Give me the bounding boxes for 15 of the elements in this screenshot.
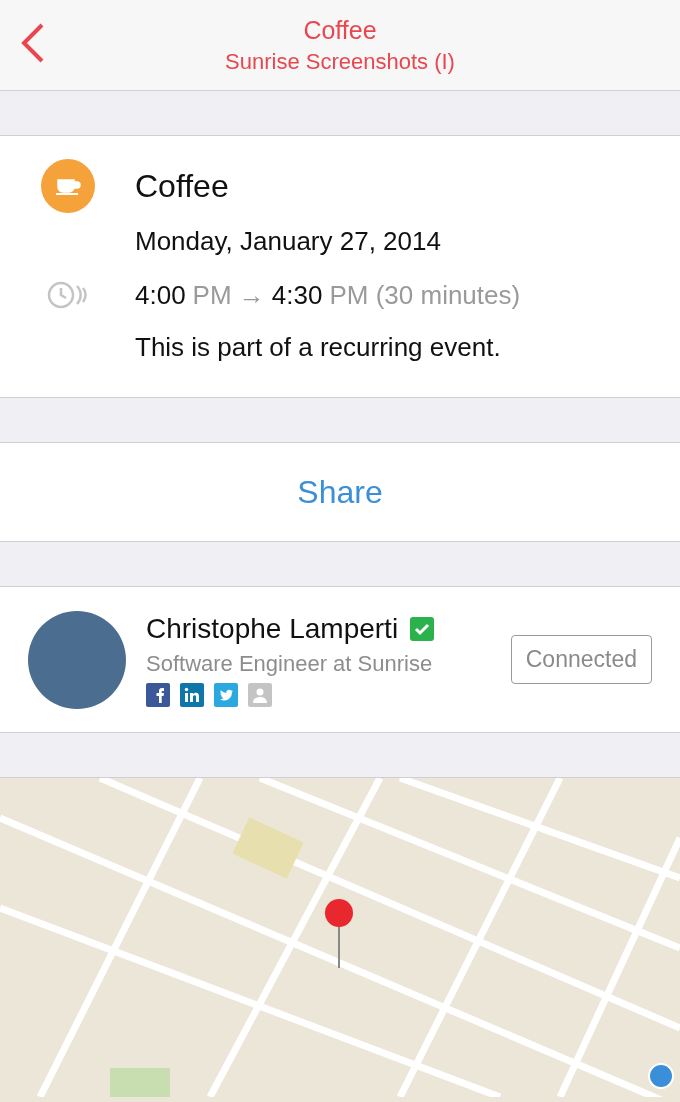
event-time: 4:00 PM → 4:30 PM (30 minutes): [135, 278, 522, 312]
connected-button[interactable]: Connected: [510, 635, 652, 684]
twitter-icon[interactable]: [214, 682, 238, 707]
linkedin-icon[interactable]: [180, 682, 204, 707]
facebook-icon[interactable]: [146, 682, 170, 707]
person-role: Software Engineer at Sunrise: [146, 650, 434, 677]
event-title: Coffee: [135, 166, 230, 206]
header-title: Coffee: [303, 15, 377, 45]
person-name: Christophe Lamperti: [146, 612, 399, 645]
share-button[interactable]: Share: [0, 443, 680, 542]
event-date: Monday, January 27, 2014: [135, 224, 442, 258]
clock-icon: [45, 280, 90, 310]
header-subtitle: Sunrise Screenshots (I): [225, 48, 455, 75]
coffee-cup-icon: [40, 159, 95, 213]
recurring-note: This is part of a recurring event.: [135, 330, 502, 364]
